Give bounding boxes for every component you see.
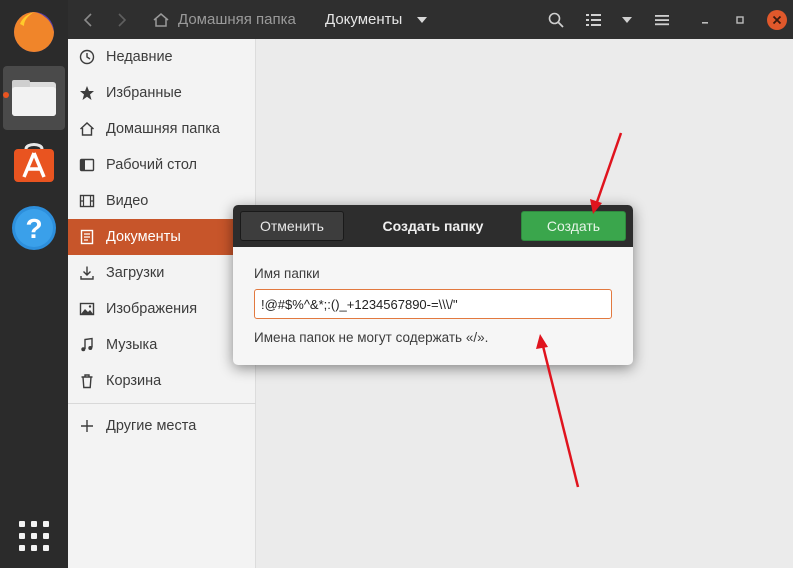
header-bar: Домашняя папка Документы	[68, 0, 793, 39]
cancel-button[interactable]: Отменить	[240, 211, 344, 241]
show-apps-button[interactable]	[0, 504, 68, 568]
view-toggle-button[interactable]	[586, 0, 601, 39]
sidebar-item-label: Недавние	[106, 49, 173, 65]
document-icon	[68, 229, 106, 245]
forward-button[interactable]	[116, 0, 136, 39]
home-icon	[68, 121, 106, 137]
sidebar-item-music[interactable]: Музыка	[68, 327, 256, 363]
chevron-left-icon	[83, 12, 92, 27]
home-icon	[153, 12, 169, 27]
software-center-launcher[interactable]	[0, 130, 68, 194]
sidebar: Недавние Избранные Домашняя папка Рабочи…	[68, 39, 256, 568]
maximize-button[interactable]	[735, 0, 745, 39]
help-icon: ?	[12, 206, 56, 250]
film-icon	[68, 193, 106, 209]
breadcrumb-home[interactable]: Домашняя папка	[152, 0, 296, 39]
breadcrumb-current-label: Документы	[325, 11, 403, 28]
view-options-button[interactable]	[621, 0, 633, 39]
new-folder-dialog: Отменить Создать папку Создать Имя папки…	[233, 205, 633, 365]
music-icon	[68, 337, 106, 353]
list-view-icon	[586, 13, 601, 26]
help-launcher[interactable]: ?	[0, 196, 68, 260]
dialog-title: Создать папку	[382, 218, 484, 234]
sidebar-item-label: Музыка	[106, 337, 158, 353]
folder-name-input[interactable]	[254, 289, 612, 319]
firefox-launcher[interactable]	[0, 0, 68, 64]
sidebar-item-pictures[interactable]: Изображения	[68, 291, 256, 327]
sidebar-item-label: Загрузки	[106, 265, 165, 281]
sidebar-item-label: Другие места	[106, 418, 197, 434]
minimize-icon	[702, 21, 708, 24]
running-indicator	[3, 92, 9, 98]
sidebar-item-label: Рабочий стол	[106, 157, 198, 173]
sidebar-item-documents[interactable]: Документы	[68, 219, 256, 255]
desktop-icon	[68, 157, 106, 173]
sidebar-item-label: Домашняя папка	[106, 121, 220, 137]
minimize-button[interactable]	[700, 0, 710, 39]
search-button[interactable]	[548, 0, 564, 39]
search-icon	[548, 12, 564, 28]
sidebar-item-desktop[interactable]: Рабочий стол	[68, 147, 256, 183]
svg-text:?: ?	[25, 213, 42, 244]
sidebar-item-label: Изображения	[106, 301, 198, 317]
firefox-icon	[14, 12, 54, 52]
sidebar-item-label: Видео	[106, 193, 149, 209]
app-grid-icon	[19, 521, 49, 551]
caret-down-icon	[417, 16, 428, 23]
create-button[interactable]: Создать	[521, 211, 626, 241]
trash-icon	[68, 373, 106, 389]
software-center-icon	[14, 143, 54, 182]
breadcrumb-home-label: Домашняя папка	[178, 11, 296, 28]
download-icon	[68, 265, 106, 281]
dialog-header: Отменить Создать папку Создать	[233, 205, 633, 247]
menu-button[interactable]	[655, 0, 669, 39]
hamburger-icon	[655, 14, 669, 25]
sidebar-item-label: Избранные	[106, 85, 182, 101]
sidebar-item-videos[interactable]: Видео	[68, 183, 256, 219]
sidebar-item-starred[interactable]: Избранные	[68, 75, 256, 111]
sidebar-item-label: Корзина	[106, 373, 162, 389]
sidebar-divider	[68, 403, 256, 404]
back-button[interactable]	[82, 0, 102, 39]
folder-name-hint: Имена папок не могут содержать «/».	[254, 330, 489, 345]
breadcrumb-current[interactable]: Документы	[325, 0, 428, 39]
sidebar-item-downloads[interactable]: Загрузки	[68, 255, 256, 291]
clock-icon	[68, 49, 106, 65]
image-icon	[68, 301, 106, 317]
chevron-right-icon	[118, 12, 127, 27]
sidebar-item-recent[interactable]: Недавние	[68, 39, 256, 75]
files-icon	[12, 80, 56, 116]
sidebar-item-label: Документы	[106, 229, 181, 245]
folder-name-label: Имя папки	[254, 266, 320, 281]
sidebar-item-trash[interactable]: Корзина	[68, 363, 256, 399]
maximize-icon	[736, 15, 744, 24]
dock: ?	[0, 0, 68, 568]
sidebar-item-other-places[interactable]: Другие места	[68, 408, 256, 444]
files-launcher[interactable]	[3, 66, 65, 130]
close-icon	[767, 9, 787, 30]
star-icon	[68, 85, 106, 101]
caret-down-icon	[622, 16, 632, 23]
close-button[interactable]	[766, 0, 788, 39]
plus-icon	[68, 419, 106, 433]
sidebar-item-home[interactable]: Домашняя папка	[68, 111, 256, 147]
